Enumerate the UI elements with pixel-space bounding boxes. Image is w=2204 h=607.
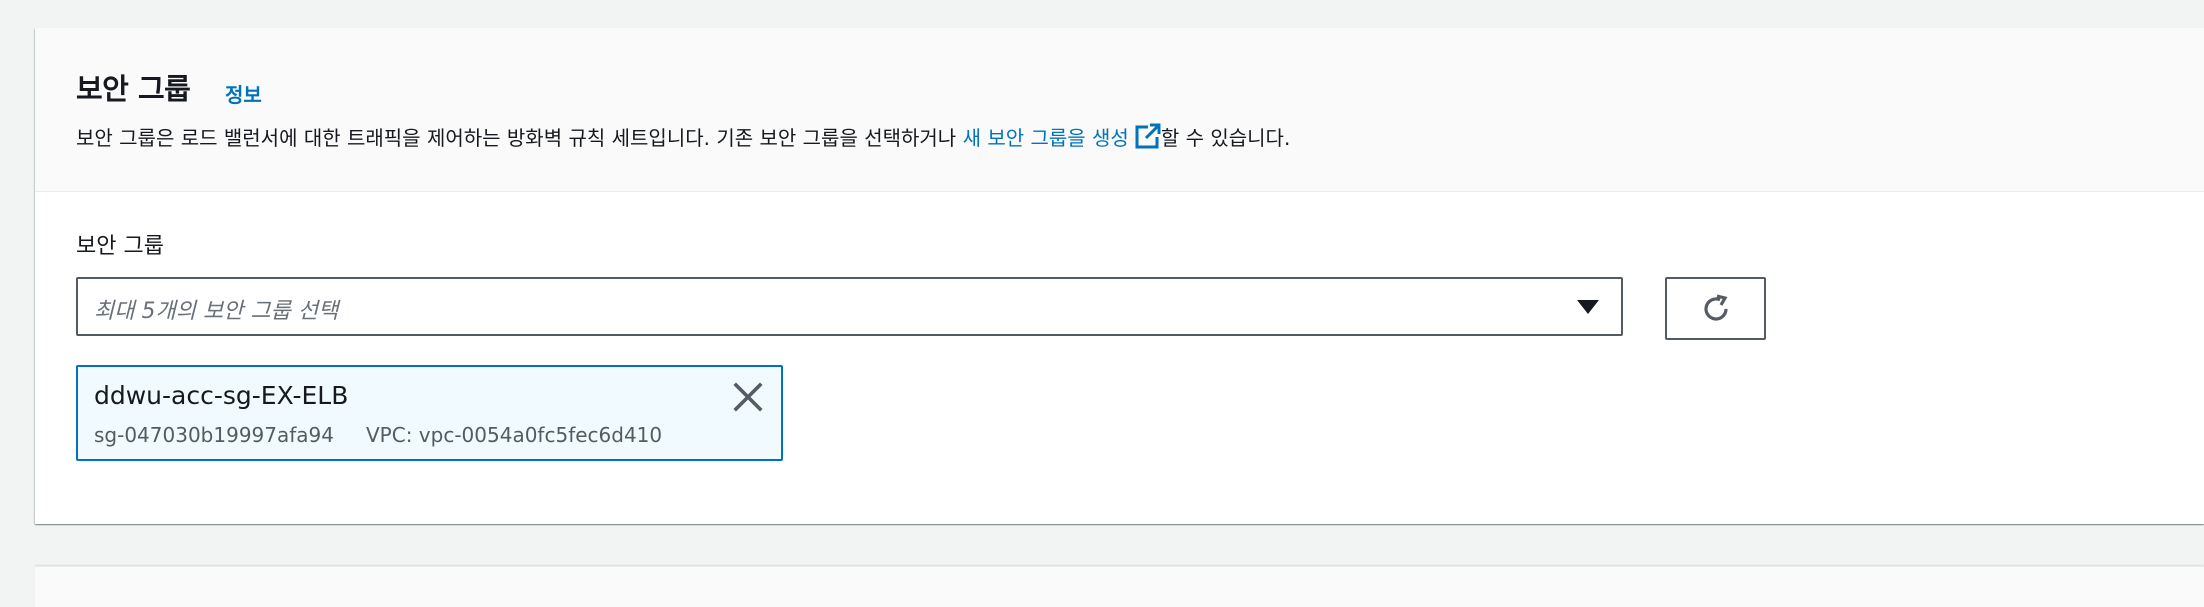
refresh-button[interactable] xyxy=(1665,277,1766,340)
token-vpc-id: VPC: vpc-0054a0fc5fec6d410 xyxy=(366,423,663,447)
selected-security-group-token: ddwu-acc-sg-EX-ELB sg-047030b19997afa94 V… xyxy=(76,365,783,461)
external-link-icon xyxy=(1135,123,1161,149)
security-group-label: 보안 그룹 xyxy=(76,234,164,259)
next-panel xyxy=(35,566,2204,607)
section-description: 보안 그룹은 로드 밸런서에 대한 트래픽을 제어하는 방화벽 규칙 세트입니다… xyxy=(76,122,1290,151)
security-group-panel: 보안 그룹 정보 보안 그룹은 로드 밸런서에 대한 트래픽을 제어하는 방화벽… xyxy=(35,28,2204,524)
security-group-select[interactable]: 최대 5개의 보안 그룹 선택 xyxy=(76,277,1623,336)
token-name: ddwu-acc-sg-EX-ELB xyxy=(94,381,349,410)
section-title: 보안 그룹 xyxy=(76,72,191,106)
select-placeholder: 최대 5개의 보안 그룹 선택 xyxy=(94,299,339,324)
refresh-icon xyxy=(1704,294,1728,321)
description-text-end: 할 수 있습니다. xyxy=(1160,126,1291,150)
close-icon[interactable] xyxy=(731,380,765,414)
token-details: sg-047030b19997afa94 VPC: vpc-0054a0fc5fe… xyxy=(94,423,662,447)
info-link[interactable]: 정보 xyxy=(225,79,262,108)
description-text: 보안 그룹은 로드 밸런서에 대한 트래픽을 제어하는 방화벽 규칙 세트입니다… xyxy=(76,126,963,150)
panel-header: 보안 그룹 정보 보안 그룹은 로드 밸런서에 대한 트래픽을 제어하는 방화벽… xyxy=(35,28,2204,192)
caret-down-icon xyxy=(1577,300,1599,314)
token-sg-id: sg-047030b19997afa94 xyxy=(94,423,334,447)
create-security-group-link[interactable]: 새 보안 그룹을 생성 xyxy=(963,123,1161,150)
